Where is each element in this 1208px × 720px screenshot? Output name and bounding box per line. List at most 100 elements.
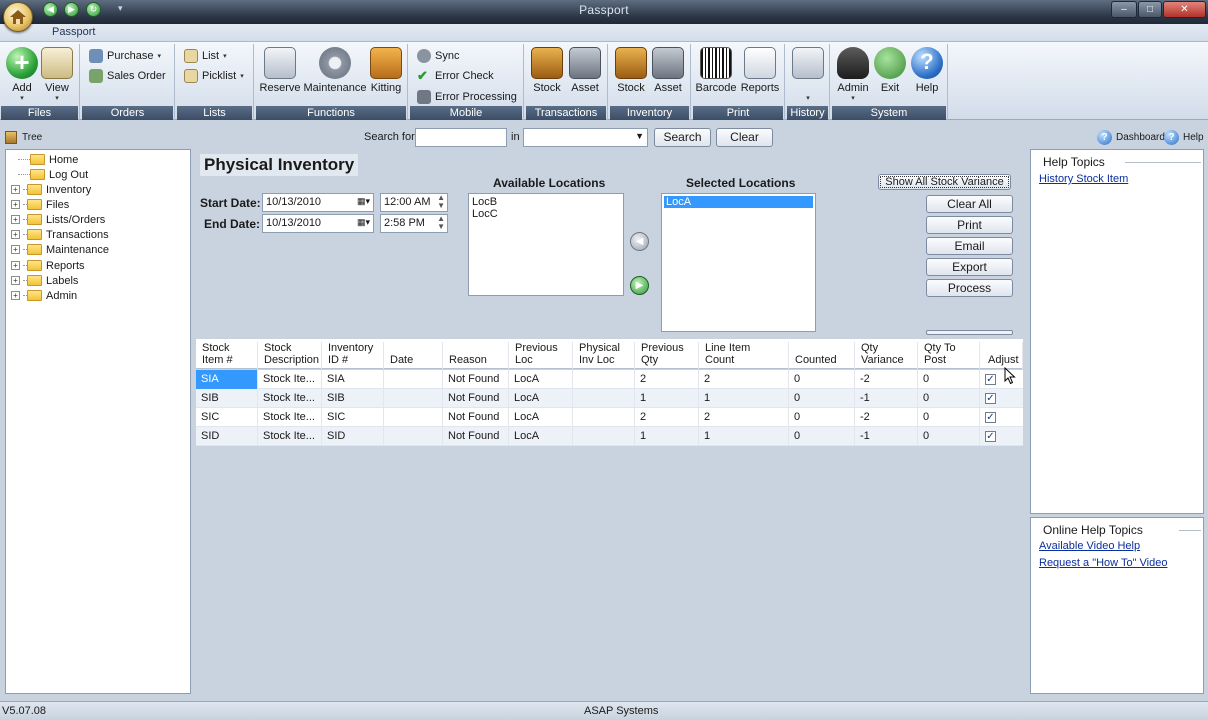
table-cell[interactable] <box>384 389 443 408</box>
table-cell[interactable]: SID <box>322 427 384 446</box>
table-cell[interactable]: 0 <box>918 389 980 408</box>
sync-button[interactable]: Sync <box>417 47 459 65</box>
table-cell[interactable]: Not Found <box>443 370 509 389</box>
selected-locations-list[interactable]: LocA <box>661 193 816 332</box>
tree-item-reports[interactable]: + Reports <box>11 258 85 273</box>
quick-access-menu-icon[interactable]: ▾ <box>118 3 123 14</box>
reports-button[interactable]: Reports <box>738 46 782 94</box>
dashboard-link[interactable]: Dashboard <box>1116 132 1165 143</box>
expand-icon[interactable]: + <box>11 200 20 209</box>
search-field-select[interactable]: ▼ <box>523 128 648 147</box>
expand-icon[interactable]: + <box>11 230 20 239</box>
column-header[interactable]: Physical Inv Loc <box>573 342 635 369</box>
adjust-checkbox[interactable]: ✓ <box>985 393 996 404</box>
table-cell[interactable]: Not Found <box>443 389 509 408</box>
expand-icon[interactable]: + <box>11 291 20 300</box>
maximize-button[interactable]: □ <box>1138 1 1162 18</box>
kitting-button[interactable]: Kitting <box>365 46 407 94</box>
help-link[interactable]: Help <box>1183 132 1204 143</box>
export-button[interactable]: Export <box>926 258 1013 276</box>
tree-item-home[interactable]: Home <box>14 152 78 167</box>
table-cell[interactable]: Not Found <box>443 408 509 427</box>
reserve-button[interactable]: Reserve <box>258 46 302 94</box>
end-time-input[interactable]: 2:58 PM ▲ ▼ <box>380 214 448 233</box>
table-cell[interactable]: -1 <box>855 389 918 408</box>
table-cell[interactable]: 0 <box>918 408 980 427</box>
time-spinner-icon[interactable]: ▲ ▼ <box>437 215 445 231</box>
tree-item-log-out[interactable]: Log Out <box>14 167 88 182</box>
quick-access-forward-icon[interactable]: ▶ <box>64 2 79 17</box>
adjust-checkbox[interactable]: ✓ <box>985 431 996 442</box>
table-cell[interactable]: 0 <box>789 427 855 446</box>
purchase-button[interactable]: Purchase ▾ <box>89 47 161 65</box>
sales-order-button[interactable]: Sales Order <box>89 67 166 85</box>
error-processing-button[interactable]: Error Processing <box>417 88 517 106</box>
tree-item-admin[interactable]: + Admin <box>11 288 77 303</box>
tree-item-maintenance[interactable]: + Maintenance <box>11 242 109 257</box>
column-header[interactable]: Stock Item # <box>196 342 258 369</box>
adjust-checkbox[interactable]: ✓ <box>985 412 996 423</box>
move-left-arrow-icon[interactable]: ◀ <box>630 232 649 251</box>
table-cell[interactable]: 2 <box>635 370 699 389</box>
adjust-checkbox[interactable]: ✓ <box>985 374 996 385</box>
move-right-arrow-icon[interactable]: ▶ <box>630 276 649 295</box>
table-cell[interactable]: -2 <box>855 370 918 389</box>
error-check-button[interactable]: ✔ Error Check <box>417 67 494 85</box>
show-all-stock-variance-button[interactable]: Show All Stock Variance <box>878 174 1011 190</box>
table-cell[interactable]: LocA <box>509 370 573 389</box>
table-row[interactable]: SIA Stock Ite... SIA Not Found LocA 2 2 … <box>196 370 1023 389</box>
table-cell[interactable]: 0 <box>918 427 980 446</box>
list-item[interactable]: LocA <box>664 196 813 208</box>
help-small-icon[interactable]: ? <box>1164 130 1179 145</box>
table-cell[interactable]: 0 <box>789 370 855 389</box>
history-button[interactable]: ▾ <box>786 46 830 102</box>
table-cell[interactable]: Stock Ite... <box>258 389 322 408</box>
asset-transaction-button[interactable]: Asset <box>563 46 607 94</box>
table-cell[interactable]: Stock Ite... <box>258 408 322 427</box>
table-cell[interactable] <box>384 408 443 427</box>
tab-passport[interactable]: Passport <box>52 26 95 38</box>
table-cell[interactable]: LocA <box>509 389 573 408</box>
table-cell[interactable]: SID <box>196 427 258 446</box>
start-date-input[interactable]: 10/13/2010 ▦▾ <box>262 193 374 212</box>
available-video-help-link[interactable]: Available Video Help <box>1039 540 1140 552</box>
table-cell[interactable]: SIA <box>196 370 258 389</box>
table-cell[interactable] <box>384 427 443 446</box>
table-cell[interactable] <box>573 408 635 427</box>
table-row[interactable]: SID Stock Ite... SID Not Found LocA 1 1 … <box>196 427 1023 446</box>
tree-item-lists-orders[interactable]: + Lists/Orders <box>11 212 105 227</box>
table-cell[interactable]: Stock Ite... <box>258 427 322 446</box>
table-cell[interactable]: -2 <box>855 408 918 427</box>
asset-inventory-button[interactable]: Asset <box>646 46 690 94</box>
start-time-input[interactable]: 12:00 AM ▲ ▼ <box>380 193 448 212</box>
history-stock-item-link[interactable]: History Stock Item <box>1039 173 1128 185</box>
list-item[interactable]: LocC <box>472 208 620 220</box>
table-cell[interactable] <box>573 370 635 389</box>
table-cell[interactable]: 2 <box>635 408 699 427</box>
barcode-button[interactable]: Barcode <box>694 46 738 94</box>
table-cell[interactable] <box>573 389 635 408</box>
column-header[interactable]: Previous Qty <box>635 342 699 369</box>
table-cell[interactable]: 0 <box>789 408 855 427</box>
table-cell[interactable]: 1 <box>699 389 789 408</box>
tree-item-inventory[interactable]: + Inventory <box>11 182 91 197</box>
table-cell[interactable]: 1 <box>635 427 699 446</box>
calendar-dropdown-icon[interactable]: ▦▾ <box>357 196 370 207</box>
table-cell[interactable]: Stock Ite... <box>258 370 322 389</box>
available-locations-list[interactable]: LocB LocC <box>468 193 624 296</box>
dashboard-icon[interactable]: ? <box>1097 130 1112 145</box>
table-row[interactable]: SIC Stock Ite... SIC Not Found LocA 2 2 … <box>196 408 1023 427</box>
clear-button[interactable]: Clear <box>716 128 773 147</box>
clear-all-button[interactable]: Clear All <box>926 195 1013 213</box>
column-header[interactable]: Qty To Post <box>918 342 980 369</box>
print-button[interactable]: Print <box>926 216 1013 234</box>
table-cell[interactable]: 2 <box>699 408 789 427</box>
column-header[interactable]: Line Item Count <box>699 342 789 369</box>
table-row[interactable]: SIB Stock Ite... SIB Not Found LocA 1 1 … <box>196 389 1023 408</box>
tree-item-labels[interactable]: + Labels <box>11 273 78 288</box>
request-how-to-video-link[interactable]: Request a "How To" Video <box>1039 557 1167 569</box>
picklist-button[interactable]: Picklist ▾ <box>184 67 244 85</box>
expand-icon[interactable]: + <box>11 261 20 270</box>
column-header[interactable]: Counted <box>789 342 855 369</box>
table-cell[interactable]: LocA <box>509 427 573 446</box>
